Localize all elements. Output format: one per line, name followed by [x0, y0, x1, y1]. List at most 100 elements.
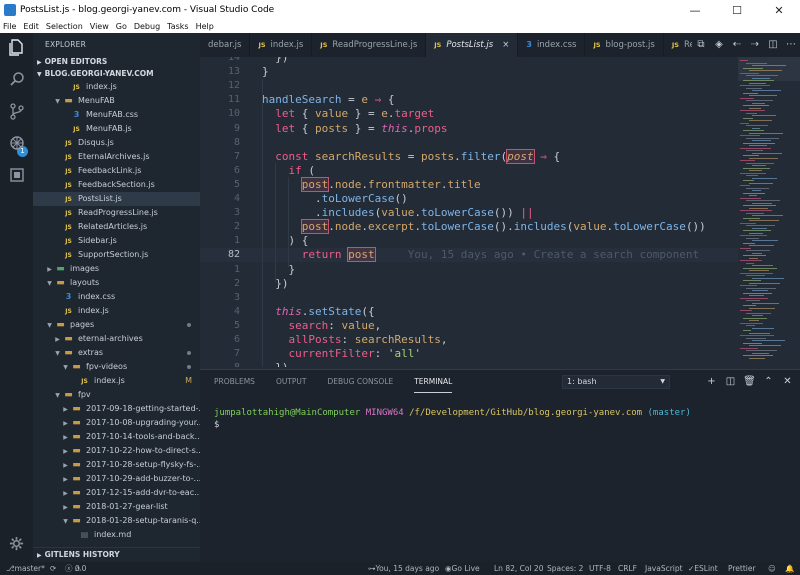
split-terminal-icon[interactable]: ◫: [721, 370, 740, 394]
code-line[interactable]: 8 }): [200, 361, 738, 367]
tree-item[interactable]: ▶ ▬ 2017-10-22-how-to-direct-s...: [33, 444, 200, 458]
code-line[interactable]: 5 search: value,: [200, 319, 738, 333]
code-line[interactable]: 1 }: [200, 263, 738, 277]
maximize-button[interactable]: ☐: [716, 0, 758, 20]
open-editors-section[interactable]: ▶ OPEN EDITORS: [33, 56, 200, 68]
chevron-up-icon[interactable]: ⌃: [759, 370, 778, 394]
project-section[interactable]: ▼ BLOG.GEORGI-YANEV.COM: [33, 68, 200, 80]
editor-tab[interactable]: JS blog-post.js: [585, 33, 664, 57]
git-commit-icon[interactable]: ◈: [710, 33, 728, 57]
menu-help[interactable]: Help: [196, 22, 214, 31]
extensions-icon[interactable]: [8, 167, 25, 184]
menu-selection[interactable]: Selection: [46, 22, 83, 31]
source-control-icon[interactable]: [8, 103, 25, 120]
minimap[interactable]: [738, 57, 800, 367]
tree-item[interactable]: ▼ ▬ extras: [33, 346, 200, 360]
tree-item[interactable]: 3 MenuFAB.css: [33, 108, 200, 122]
code-line[interactable]: 6 allPosts: searchResults,: [200, 333, 738, 347]
files-icon[interactable]: [8, 39, 25, 56]
tree-item[interactable]: JS Disqus.js: [33, 136, 200, 150]
tree-item[interactable]: ▼ ▬ pages: [33, 318, 200, 332]
menu-tasks[interactable]: Tasks: [167, 22, 188, 31]
tab-debug-console[interactable]: DEBUG CONSOLE: [328, 370, 394, 394]
tree-item[interactable]: JS MenuFAB.js: [33, 122, 200, 136]
go-forward-icon[interactable]: ⇢: [746, 33, 764, 57]
tree-item[interactable]: JS ReadProgressLine.js: [33, 206, 200, 220]
tree-item[interactable]: JS RelatedArticles.js: [33, 220, 200, 234]
tree-item[interactable]: ▶ ▬ images: [33, 262, 200, 276]
menu-debug[interactable]: Debug: [134, 22, 160, 31]
tree-item[interactable]: ▶ ▬ 2017-09-18-getting-started-...: [33, 402, 200, 416]
branch-status[interactable]: ⎇ master*: [6, 562, 45, 575]
smiley-icon[interactable]: ☺: [768, 562, 776, 575]
code-line[interactable]: 7 const searchResults = posts.filter(pos…: [200, 148, 738, 164]
tree-item[interactable]: ▼ ▬ layouts: [33, 276, 200, 290]
eslint-status[interactable]: ✓ ESLint: [688, 562, 718, 575]
problems-status[interactable]: ⓧ 0 ⚠ 0: [65, 562, 86, 575]
minimize-button[interactable]: —: [674, 0, 716, 20]
menu-view[interactable]: View: [90, 22, 109, 31]
tree-item[interactable]: ▼ ▬ 2018-01-28-setup-taranis-q...: [33, 514, 200, 528]
eol-status[interactable]: CRLF: [618, 562, 637, 575]
debug-icon[interactable]: [8, 135, 25, 152]
code-line[interactable]: 7 currentFilter: 'all': [200, 347, 738, 361]
tree-item[interactable]: JS FeedbackSection.js: [33, 178, 200, 192]
tree-item[interactable]: ▤ index.md: [33, 528, 200, 542]
bell-icon[interactable]: 🔔: [785, 562, 794, 575]
menu-go[interactable]: Go: [116, 22, 127, 31]
trash-icon[interactable]: 🗑: [740, 370, 759, 394]
split-editor-icon[interactable]: ◫: [764, 33, 782, 57]
close-icon[interactable]: ✕: [778, 370, 797, 394]
code-line[interactable]: 3: [200, 291, 738, 305]
code-line[interactable]: 10 let { value } = e.target: [200, 107, 738, 121]
editor-tab[interactable]: JS index.js: [250, 33, 313, 57]
tree-item[interactable]: ▶ ▬ 2017-10-08-upgrading-your...: [33, 416, 200, 430]
tree-item[interactable]: 3 index.css: [33, 290, 200, 304]
editor-tab[interactable]: JS PostsList.js ×: [426, 33, 519, 57]
code-line[interactable]: 4 .toLowerCase(): [200, 192, 738, 206]
tree-item[interactable]: ▶ ▬ 2017-10-28-setup-flysky-fs-...: [33, 458, 200, 472]
code-line[interactable]: 2 post.node.excerpt.toLowerCase().includ…: [200, 219, 738, 235]
tree-item[interactable]: ▼ ▬ fpv: [33, 388, 200, 402]
code-line[interactable]: 9 let { posts } = this.props: [200, 122, 738, 136]
blame-status[interactable]: ⊶ You, 15 days ago: [368, 562, 439, 575]
code-line[interactable]: 11 handleSearch = e ⇒ {: [200, 93, 738, 107]
code-line[interactable]: 3 .includes(value.toLowerCase()) ||: [200, 206, 738, 220]
code-line[interactable]: 6 if (: [200, 164, 738, 178]
tree-item[interactable]: JS SupportSection.js: [33, 248, 200, 262]
menu-edit[interactable]: Edit: [23, 22, 39, 31]
terminal-output[interactable]: jumpalottahigh@MainComputer MINGW64 /f/D…: [214, 407, 691, 431]
tree-item[interactable]: ▶ ▬ 2017-10-29-add-buzzer-to-...: [33, 472, 200, 486]
tree-item[interactable]: ▼ ▬ MenuFAB: [33, 94, 200, 108]
editor-tab[interactable]: 3 index.css: [518, 33, 586, 57]
tree-item[interactable]: JS PostsList.js: [33, 192, 200, 206]
go-back-icon[interactable]: ⇠: [728, 33, 746, 57]
code-line[interactable]: 12: [200, 79, 738, 93]
code-line[interactable]: 2 }): [200, 277, 738, 291]
prettier-status[interactable]: Prettier: [728, 562, 756, 575]
tree-item[interactable]: JS index.js: [33, 80, 200, 94]
plus-icon[interactable]: +: [702, 370, 721, 394]
code-line[interactable]: 14 }): [200, 57, 738, 65]
gitlens-history-section[interactable]: ▶ GITLENS HISTORY: [33, 547, 200, 562]
tree-item[interactable]: JS index.js: [33, 304, 200, 318]
close-tab-icon[interactable]: ×: [502, 40, 509, 50]
encoding-status[interactable]: UTF-8: [589, 562, 611, 575]
sync-icon[interactable]: ⟳: [50, 562, 56, 575]
tree-item[interactable]: JS Sidebar.js: [33, 234, 200, 248]
code-line[interactable]: 1 ) {: [200, 234, 738, 248]
cursor-position[interactable]: Ln 82, Col 20: [494, 562, 543, 575]
search-icon[interactable]: [8, 71, 25, 88]
close-window-button[interactable]: ✕: [758, 0, 800, 20]
indentation-status[interactable]: Spaces: 2: [547, 562, 583, 575]
tree-item[interactable]: JS index.js M: [33, 374, 200, 388]
tree-item[interactable]: ▶ ▬ eternal-archives: [33, 332, 200, 346]
language-status[interactable]: JavaScript: [645, 562, 683, 575]
tree-item[interactable]: ▶ ▬ 2017-12-15-add-dvr-to-eac...: [33, 486, 200, 500]
editor-tab[interactable]: JS ReadProgressLine.js: [312, 33, 427, 57]
code-line[interactable]: 82 return post You, 15 days ago • Create…: [200, 247, 738, 263]
gear-icon[interactable]: [8, 536, 25, 553]
tree-item[interactable]: ▶ ▬ 2018-01-27-gear-list: [33, 500, 200, 514]
code-line[interactable]: 5 post.node.frontmatter.title: [200, 176, 738, 192]
menu-file[interactable]: File: [3, 22, 16, 31]
